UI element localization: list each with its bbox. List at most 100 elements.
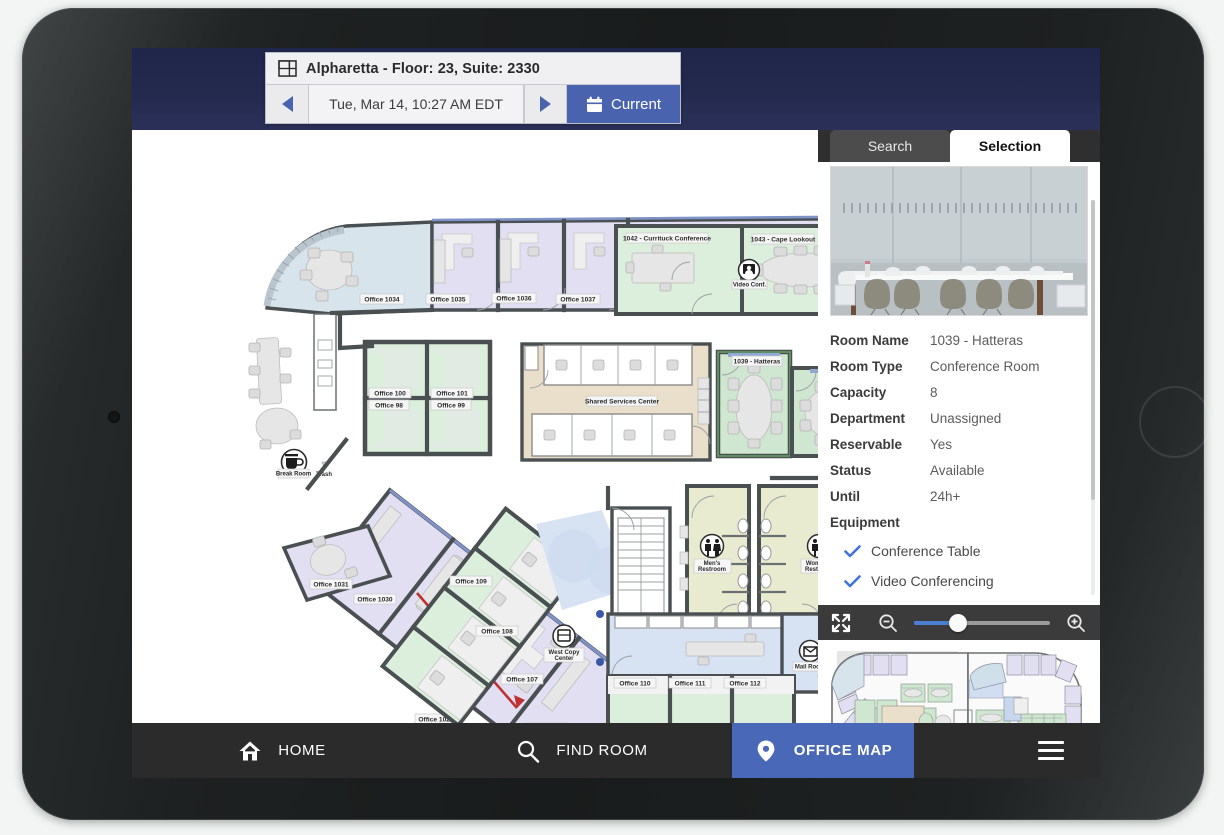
room-label: Office 1036 — [491, 292, 537, 304]
app-header-bar: Alpharetta - Floor: 23, Suite: 2330 Tue,… — [132, 48, 1100, 130]
floorplan-canvas[interactable]: .wall { stroke:#4a4f52; stroke-width:4.2… — [132, 130, 1100, 723]
room-label: Office 99 — [430, 399, 472, 411]
svg-text:Office 110: Office 110 — [619, 681, 650, 688]
detail-value: Yes — [930, 437, 953, 452]
equipment-label: Video Conferencing — [871, 573, 994, 589]
room-label-selected: 1039 - Hatteras — [731, 355, 783, 367]
svg-text:Office 1034: Office 1034 — [364, 297, 400, 304]
datetime-row: Tue, Mar 14, 10:27 AM EDT Current — [266, 85, 680, 123]
nav-label-find-room: FIND ROOM — [556, 742, 648, 759]
fit-to-screen-icon — [831, 613, 851, 632]
equipment-heading: Equipment — [830, 515, 900, 530]
room-label: Office 112 — [723, 677, 767, 689]
svg-text:Shared Services Center: Shared Services Center — [585, 399, 659, 406]
hamburger-menu-icon — [1038, 736, 1064, 765]
detail-key: Reservable — [830, 437, 903, 452]
map-zoom-toolbar — [818, 605, 1100, 640]
equipment-item-conference-table: Conference Table — [830, 536, 1100, 566]
svg-text:Office 1030: Office 1030 — [357, 597, 393, 604]
next-day-button[interactable] — [524, 85, 567, 123]
detail-value: 24h+ — [930, 489, 961, 504]
current-button-label: Current — [610, 95, 662, 113]
floor-overview-minimap[interactable] — [818, 640, 1100, 723]
search-icon — [518, 740, 540, 763]
current-time-button[interactable]: Current — [567, 85, 680, 123]
svg-text:Office 107: Office 107 — [506, 677, 538, 684]
room-label: Office 101 — [430, 387, 474, 399]
page-title: Alpharetta - Floor: 23, Suite: 2330 — [306, 60, 540, 77]
check-icon — [844, 544, 861, 557]
room-label: 1043 - Cape Lookout — [751, 233, 816, 245]
bottom-navigation-bar: HOME FIND ROOM OFFICE MAP — [132, 723, 1100, 778]
svg-text:Center: Center — [554, 656, 574, 662]
room-label: Office 1034 — [359, 293, 405, 305]
room-label: Office 111 — [668, 677, 712, 689]
room-label: Office 110 — [613, 677, 657, 689]
svg-text:Office 111: Office 111 — [675, 681, 706, 688]
room-label: 1042 - Currituck Conference — [623, 232, 711, 244]
panel-content: Room Name 1039 - Hatteras Room Type Conf… — [818, 162, 1100, 605]
equipment-label: Conference Table — [871, 543, 981, 559]
selection-detail-panel: Search Selection Room Name 1039 - Hatter… — [818, 130, 1100, 723]
detail-row-room-type: Room Type Conference Room — [830, 354, 1100, 380]
detail-value: 1039 - Hatteras — [930, 333, 1024, 348]
svg-text:Office 99: Office 99 — [437, 403, 465, 410]
fit-to-screen-button[interactable] — [818, 613, 864, 633]
detail-value: Conference Room — [930, 359, 1040, 374]
svg-text:1042 - Currituck Conference: 1042 - Currituck Conference — [623, 236, 711, 243]
svg-text:Video Conf.: Video Conf. — [733, 283, 767, 289]
zoom-out-button[interactable] — [864, 613, 912, 633]
zoom-slider-thumb[interactable] — [949, 613, 968, 632]
detail-row-reservable: Reservable Yes — [830, 432, 1100, 458]
panel-scrollbar[interactable] — [1091, 200, 1095, 595]
room-label: Office 100 — [368, 387, 412, 399]
svg-text:Office 112: Office 112 — [729, 681, 760, 688]
svg-text:Office 108: Office 108 — [481, 629, 513, 636]
svg-text:1043 - Cape Lookout: 1043 - Cape Lookout — [751, 237, 816, 244]
nav-item-find-room[interactable]: FIND ROOM — [432, 723, 732, 778]
equipment-item-video-conferencing: Video Conferencing — [830, 566, 1100, 596]
svg-text:Office 1037: Office 1037 — [560, 297, 596, 304]
nav-item-menu[interactable] — [914, 723, 1100, 778]
scrollbar-thumb[interactable] — [1091, 200, 1095, 500]
tablet-home-button[interactable] — [1139, 386, 1211, 458]
svg-text:Office 109: Office 109 — [455, 579, 487, 586]
location-title-row: Alpharetta - Floor: 23, Suite: 2330 — [266, 53, 680, 85]
svg-text:Office 1036: Office 1036 — [496, 296, 532, 303]
tab-search[interactable]: Search — [830, 130, 950, 162]
equipment-item-whiteboard: Whiteboard — [830, 596, 1100, 605]
detail-row-capacity: Capacity 8 — [830, 380, 1100, 406]
zoom-out-icon — [879, 613, 897, 632]
chevron-right-icon — [540, 96, 551, 112]
tab-selection[interactable]: Selection — [950, 130, 1070, 162]
detail-key: Status — [830, 463, 872, 478]
nav-item-office-map[interactable]: OFFICE MAP — [732, 723, 914, 778]
datetime-display[interactable]: Tue, Mar 14, 10:27 AM EDT — [309, 85, 524, 123]
nav-label-office-map: OFFICE MAP — [793, 742, 893, 759]
detail-value: Available — [930, 463, 985, 478]
room-label: Office 1030 — [353, 593, 397, 605]
detail-row-department: Department Unassigned — [830, 406, 1100, 432]
svg-text:Break Room: Break Room — [276, 472, 311, 478]
room-label: Office 1031 — [309, 578, 353, 590]
svg-text:Office 98: Office 98 — [375, 403, 403, 410]
room-photo — [830, 166, 1088, 316]
zoom-in-button[interactable] — [1052, 613, 1100, 633]
front-camera-icon — [108, 411, 120, 423]
location-datetime-card: Alpharetta - Floor: 23, Suite: 2330 Tue,… — [265, 52, 681, 124]
detail-value: Unassigned — [930, 411, 1002, 426]
nav-item-home[interactable]: HOME — [132, 723, 432, 778]
detail-row-status: Status Available — [830, 458, 1100, 484]
detail-value: 8 — [930, 385, 938, 400]
detail-key: Capacity — [830, 385, 887, 400]
zoom-slider[interactable] — [914, 613, 1050, 632]
app-screen: Alpharetta - Floor: 23, Suite: 2330 Tue,… — [132, 48, 1100, 778]
previous-day-button[interactable] — [266, 85, 309, 123]
room-detail-list: Room Name 1039 - Hatteras Room Type Conf… — [818, 316, 1100, 605]
svg-text:Office 101: Office 101 — [436, 391, 468, 398]
detail-key: Room Name — [830, 333, 909, 348]
svg-text:Office 100: Office 100 — [374, 391, 406, 398]
check-icon — [844, 574, 861, 587]
detail-key: Room Type — [830, 359, 903, 374]
calendar-icon — [586, 96, 602, 112]
